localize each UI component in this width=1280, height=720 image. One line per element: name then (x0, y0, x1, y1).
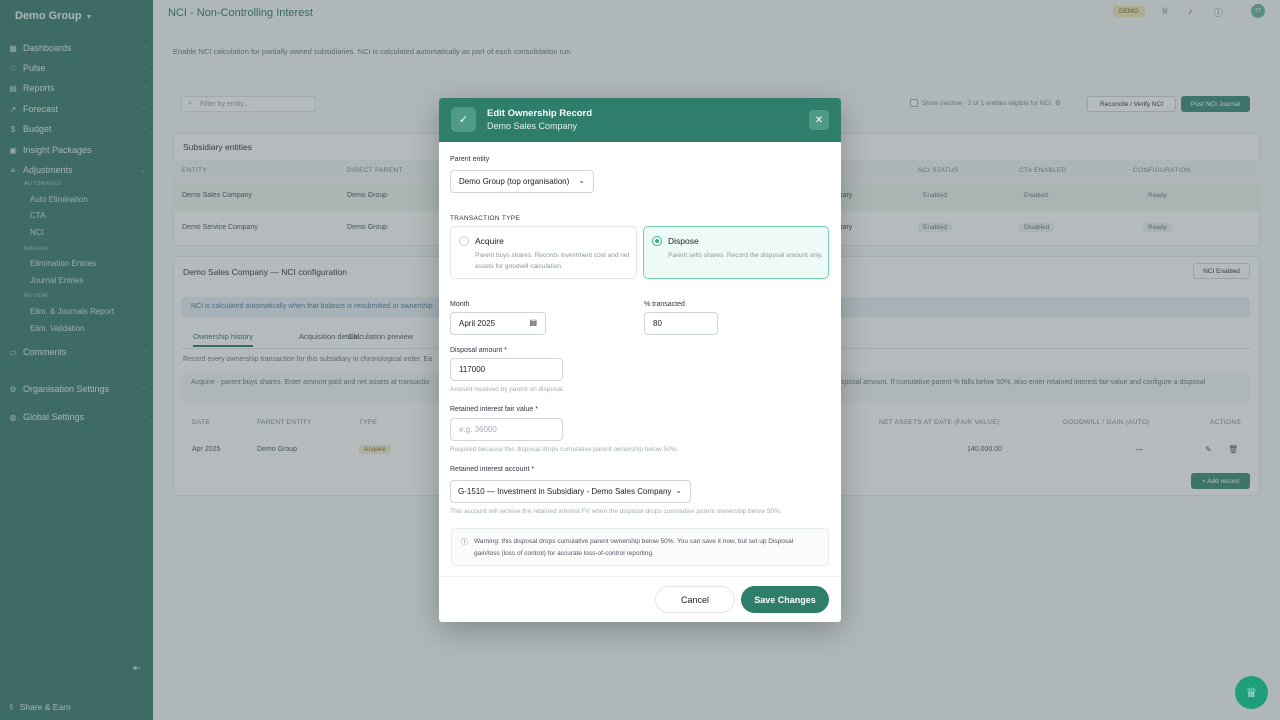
modal-footer-divider (439, 576, 841, 577)
dispose-desc: Parent sells shares. Record the disposal… (668, 252, 823, 259)
radio-acquire[interactable] (459, 236, 469, 246)
month-value: April 2025 (459, 319, 496, 328)
retained-fv-input[interactable]: e.g. 36000 (450, 418, 563, 441)
close-icon[interactable]: ✕ (809, 110, 829, 130)
parent-entity-value: Demo Group (top organisation) (459, 177, 570, 186)
retained-fv-placeholder: e.g. 36000 (459, 425, 497, 434)
disposal-amount-input[interactable]: 117000 (450, 358, 563, 381)
month-label: Month (450, 301, 470, 308)
retained-account-help: This account will receive the retained i… (450, 508, 782, 515)
warning-box: ⓘ Warning: this disposal drops cumulativ… (451, 528, 829, 566)
cancel-button[interactable]: Cancel (655, 586, 735, 613)
radio-dispose[interactable] (652, 236, 662, 246)
transaction-type-label: TRANSACTION TYPE (450, 215, 521, 222)
acquire-desc: Parent buys shares. Records investment c… (475, 252, 630, 270)
retained-fv-label: Retained interest fair value * (450, 406, 538, 413)
modal-subtitle: Demo Sales Company (487, 121, 578, 131)
save-changes-button[interactable]: Save Changes (741, 586, 829, 613)
help-chat-icon[interactable]: ♕ (1235, 676, 1268, 709)
pct-transacted-label: % transacted (644, 301, 685, 308)
info-icon: ⓘ (461, 539, 468, 546)
retained-account-value: G-1510 — Investment in Subsidiary - Demo… (458, 487, 672, 496)
retained-account-label: Retained interest account * (450, 466, 535, 473)
disposal-help: Amount received by parent on disposal. (450, 386, 565, 393)
retained-account-select[interactable]: G-1510 — Investment in Subsidiary - Demo… (450, 480, 691, 503)
parent-entity-label: Parent entity (450, 156, 490, 163)
edit-ownership-modal: ✓ Edit Ownership Record Demo Sales Compa… (439, 98, 841, 622)
disposal-value: 117000 (459, 365, 486, 374)
calendar-icon[interactable]: ▤ (529, 318, 537, 327)
pct-value: 80 (653, 319, 662, 328)
option-dispose[interactable]: Dispose Parent sells shares. Record the … (643, 226, 829, 279)
disposal-amount-label: Disposal amount * (450, 347, 507, 354)
month-input[interactable]: April 2025 ▤ (450, 312, 546, 335)
warning-text: Warning: this disposal drops cumulative … (474, 538, 794, 557)
chevron-down-icon: ⌄ (675, 486, 682, 495)
modal-header: ✓ Edit Ownership Record Demo Sales Compa… (439, 98, 841, 142)
modal-title: Edit Ownership Record (487, 108, 593, 119)
check-icon: ✓ (451, 107, 476, 132)
retained-fv-help: Required because this disposal drops cum… (450, 446, 679, 453)
chevron-down-icon: ⌄ (578, 176, 585, 185)
parent-entity-select[interactable]: Demo Group (top organisation) ⌄ (450, 170, 594, 193)
dispose-title: Dispose (668, 236, 699, 246)
pct-transacted-input[interactable]: 80 (644, 312, 718, 335)
acquire-title: Acquire (475, 236, 504, 246)
option-acquire[interactable]: Acquire Parent buys shares. Records inve… (450, 226, 637, 279)
